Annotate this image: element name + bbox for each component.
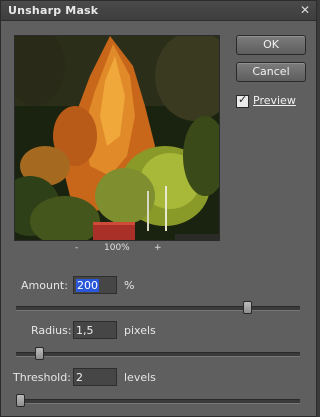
- threshold-input[interactable]: 2: [73, 368, 117, 386]
- radius-label: Radius:: [31, 324, 72, 337]
- close-icon[interactable]: ✕: [300, 3, 310, 17]
- radius-input[interactable]: 1,5: [73, 321, 117, 339]
- radius-slider-thumb[interactable]: [35, 347, 44, 360]
- amount-input[interactable]: 200: [73, 276, 117, 294]
- title-bar: Unsharp Mask ✕: [1, 1, 316, 21]
- radius-slider-track[interactable]: [16, 352, 300, 357]
- zoom-level: 100%: [104, 243, 130, 253]
- unsharp-mask-dialog: Unsharp Mask ✕ - 100% + OK Cancel ✓ Prev…: [0, 0, 317, 417]
- zoom-in-button[interactable]: +: [154, 243, 162, 253]
- preview-checkbox-label[interactable]: Preview: [253, 94, 296, 107]
- threshold-slider-track[interactable]: [16, 399, 300, 404]
- ok-button[interactable]: OK: [236, 35, 306, 55]
- dialog-title: Unsharp Mask: [8, 4, 99, 17]
- amount-value: 200: [76, 279, 99, 292]
- threshold-label: Threshold:: [13, 371, 71, 384]
- amount-slider-thumb[interactable]: [243, 301, 252, 314]
- threshold-slider-thumb[interactable]: [16, 394, 25, 407]
- cancel-button[interactable]: Cancel: [236, 62, 306, 82]
- amount-slider-track[interactable]: [16, 306, 300, 311]
- check-icon: ✓: [238, 93, 248, 106]
- preview-checkbox[interactable]: ✓: [236, 93, 249, 108]
- zoom-out-button[interactable]: -: [75, 243, 78, 253]
- preview-image[interactable]: [14, 35, 220, 241]
- radius-unit: pixels: [124, 324, 156, 337]
- threshold-unit: levels: [124, 371, 156, 384]
- amount-unit: %: [124, 279, 135, 292]
- amount-label: Amount:: [21, 279, 68, 292]
